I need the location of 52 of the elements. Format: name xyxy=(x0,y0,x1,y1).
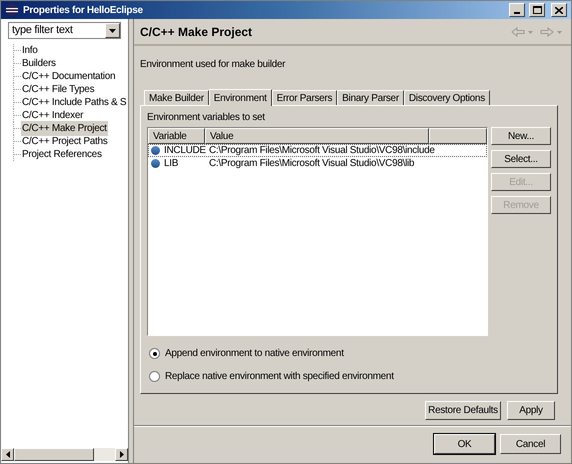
action-button[interactable]: Select... xyxy=(491,150,551,168)
horizontal-scrollbar[interactable] xyxy=(1,448,128,461)
tree-item[interactable]: C/C++ Indexer xyxy=(21,108,84,123)
dropdown-button[interactable] xyxy=(105,23,120,38)
page-title: C/C++ Make Project xyxy=(140,24,254,41)
dialog-button[interactable]: Cancel xyxy=(500,434,561,454)
tab[interactable]: Discovery Options xyxy=(404,90,490,105)
tree-item[interactable]: Project References xyxy=(21,147,103,162)
tree-item[interactable]: Builders xyxy=(21,56,57,71)
table-row[interactable]: LIB C:\Program Files\Microsoft Visual Studio\VC98\lib xyxy=(148,157,487,170)
left-arrow-icon xyxy=(6,451,10,458)
header-filler xyxy=(429,128,487,144)
window-title: Properties for HelloEclipse xyxy=(23,4,144,18)
tab[interactable]: Environment xyxy=(208,89,272,106)
maximize-button[interactable] xyxy=(529,3,545,17)
section-label: Environment variables to set xyxy=(147,111,266,125)
tree-item[interactable]: C/C++ Project Paths xyxy=(21,134,108,149)
page-description: Environment used for make builder xyxy=(140,58,286,72)
tree-item[interactable]: C/C++ Documentation xyxy=(21,69,116,84)
table-cell-text: C:\Program Files\Microsoft Visual Studio\VC98\include xyxy=(208,144,435,158)
tree-item[interactable]: C/C++ File Types xyxy=(21,82,96,97)
close-icon xyxy=(555,6,563,14)
scroll-thumb[interactable] xyxy=(14,448,94,461)
tab[interactable]: Binary Parser xyxy=(337,90,404,105)
tree-item[interactable]: C/C++ Make Project xyxy=(21,121,108,136)
minimize-button[interactable] xyxy=(509,3,525,17)
right-arrow-icon xyxy=(120,451,124,458)
action-button[interactable]: New... xyxy=(491,127,551,145)
table-cell-text: C:\Program Files\Microsoft Visual Studio\VC98\lib xyxy=(208,157,414,171)
radio-label: Replace native environment with specified environment xyxy=(165,370,394,384)
tree-item[interactable]: Info xyxy=(21,43,38,58)
dialog-button[interactable]: OK xyxy=(434,434,495,454)
close-button[interactable] xyxy=(551,3,567,17)
table-row[interactable]: INCLUDE C:\Program Files\Microsoft Visual Studio\VC98\include xyxy=(148,144,487,157)
radio-button[interactable] xyxy=(149,348,160,359)
table-cell-text: INCLUDE xyxy=(164,144,206,158)
filter-field[interactable]: type filter text xyxy=(8,22,121,39)
tab[interactable]: Error Parsers xyxy=(272,90,338,105)
table-cell-text: LIB xyxy=(164,157,178,171)
scroll-right-button[interactable] xyxy=(115,448,128,461)
caret-icon xyxy=(109,28,116,32)
column-header[interactable]: Variable xyxy=(148,128,205,144)
app-icon xyxy=(5,3,19,17)
tab[interactable]: Make Builder xyxy=(144,90,209,105)
column-header[interactable]: Value xyxy=(205,128,429,144)
scroll-left-button[interactable] xyxy=(1,448,14,461)
tree-item[interactable]: C/C++ Include Paths & S xyxy=(21,95,128,110)
page-button[interactable]: Apply xyxy=(507,401,555,420)
page-button[interactable]: Restore Defaults xyxy=(425,401,501,420)
variables-table[interactable]: Variable Value INCLUDE C:\Program Files\Microsoft Visual Studio\VC98\include LIB C:\Program Files\Microsoft Visual Studio\VC98\lib xyxy=(147,127,488,336)
radio-label: Append environment to native environment xyxy=(165,347,344,361)
radio-button[interactable] xyxy=(149,371,160,382)
